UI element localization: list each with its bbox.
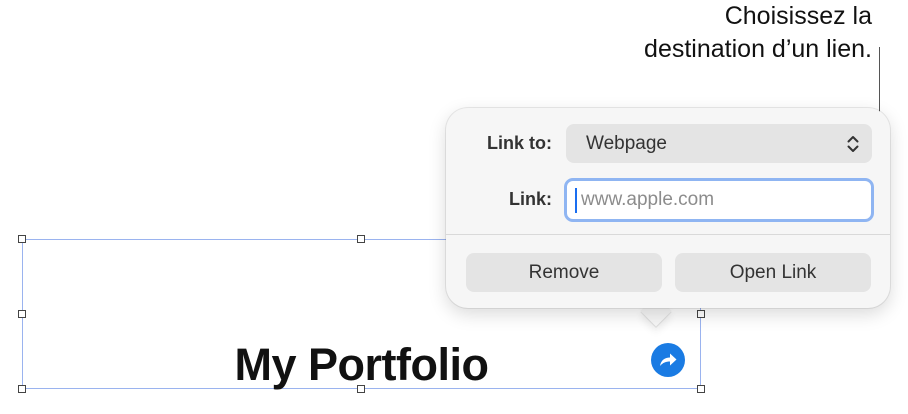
- popover-divider: [446, 234, 890, 235]
- link-label: Link:: [509, 189, 552, 209]
- link-to-select[interactable]: Webpage: [566, 124, 872, 163]
- link-arrow-icon[interactable]: [651, 343, 685, 377]
- resize-handle-top-middle[interactable]: [357, 235, 365, 243]
- callout-annotation: Choisissez la destination d’un lien.: [644, 0, 872, 66]
- resize-handle-top-left[interactable]: [18, 235, 26, 243]
- callout-line-2: destination d’un lien.: [644, 35, 872, 63]
- resize-handle-middle-right[interactable]: [697, 310, 705, 318]
- chevron-up-down-icon: [847, 136, 859, 152]
- link-to-value: Webpage: [586, 133, 667, 154]
- resize-handle-bottom-left[interactable]: [18, 385, 26, 393]
- open-link-button[interactable]: Open Link: [675, 253, 871, 292]
- link-popover: Link to: Webpage Link: Remove Open Link: [446, 108, 890, 308]
- link-url-input[interactable]: [564, 178, 874, 222]
- remove-button[interactable]: Remove: [466, 253, 662, 292]
- callout-line-1: Choisissez la: [724, 2, 872, 30]
- text-caret: [575, 188, 577, 213]
- resize-handle-middle-left[interactable]: [18, 310, 26, 318]
- page-title: My Portfolio: [234, 339, 489, 390]
- link-to-label: Link to:: [487, 133, 552, 153]
- resize-handle-bottom-middle[interactable]: [357, 385, 365, 393]
- resize-handle-bottom-right[interactable]: [697, 385, 705, 393]
